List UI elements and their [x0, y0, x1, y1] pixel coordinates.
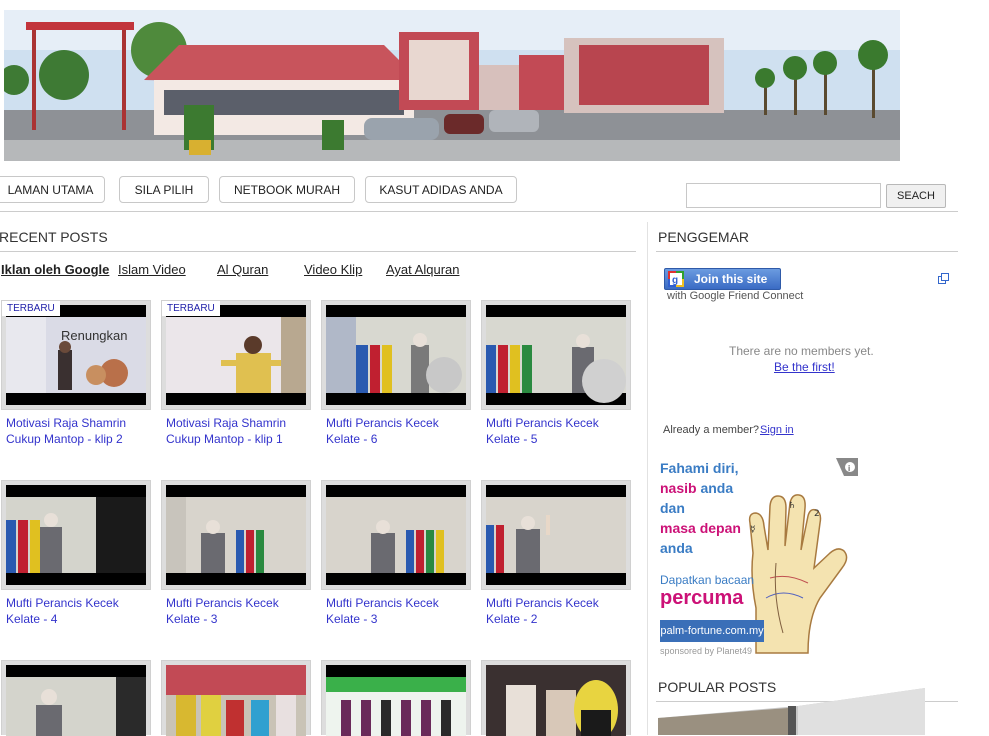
header-banner-image[interactable] [4, 10, 900, 161]
palm-fortune-ad[interactable]: ♄ 2 ☿ i Fahami diri, nasib anda dan masa… [658, 458, 858, 658]
post-caption-link[interactable]: Motivasi Raja Shamrin Cukup Mantop - kli… [6, 415, 156, 447]
post-thumbnail[interactable]: Renungkan TERBARU [1, 300, 151, 410]
search-button[interactable]: SEACH [886, 184, 946, 208]
fans-title: PENGGEMAR [658, 229, 750, 245]
svg-text:♄: ♄ [788, 501, 796, 511]
new-badge: TERBARU [2, 301, 60, 316]
search-input[interactable] [686, 183, 881, 208]
join-site-button[interactable]: g Join this site [664, 268, 781, 290]
nav-sila-pilih[interactable]: SILA PILIH [119, 176, 209, 203]
nav-laman-utama[interactable]: LAMAN UTAMA [0, 176, 105, 203]
popout-icon[interactable] [938, 269, 949, 284]
post-caption-link[interactable]: Mufti Perancis Kecek Kelate - 3 [166, 595, 316, 627]
post-caption-link[interactable]: Mufti Perancis Kecek Kelate - 6 [326, 415, 476, 447]
ad-text-line7: percuma [660, 587, 744, 609]
post-thumbnail[interactable] [1, 480, 151, 590]
sidebar-divider [647, 222, 648, 735]
post-caption-link[interactable]: Mufti Perancis Kecek Kelate - 3 [326, 595, 476, 627]
already-member-text: Already a member? [663, 424, 759, 436]
popular-post-image[interactable] [658, 688, 925, 735]
tab-ayat-alquran[interactable]: Ayat Alquran [386, 262, 459, 277]
ad-text-line5: anda [660, 540, 693, 556]
post-caption-link[interactable]: Mufti Perancis Kecek Kelate - 4 [6, 595, 156, 627]
tab-islam-video[interactable]: Islam Video [118, 262, 186, 277]
svg-text:g: g [672, 275, 678, 286]
post-thumbnail[interactable] [161, 660, 311, 736]
join-site-label: Join this site [694, 272, 768, 286]
ad-text-line2: nasib anda [660, 480, 734, 496]
post-thumbnail[interactable] [481, 660, 631, 736]
google-friend-connect-icon: g [668, 271, 684, 287]
post-thumbnail[interactable]: TERBARU [161, 300, 311, 410]
sign-in-link[interactable]: Sign in [760, 424, 794, 436]
post-thumbnail[interactable] [481, 480, 631, 590]
header-divider [0, 211, 958, 212]
svg-text:2: 2 [814, 509, 820, 519]
post-thumbnail[interactable] [321, 480, 471, 590]
tab-al-quran[interactable]: Al Quran [217, 262, 268, 277]
post-caption-link[interactable]: Mufti Perancis Kecek Kelate - 2 [486, 595, 636, 627]
gfc-caption: with Google Friend Connect [667, 290, 804, 302]
post-thumbnail[interactable] [321, 660, 471, 736]
no-members-text: There are no members yet. [729, 344, 874, 358]
post-caption-link[interactable]: Motivasi Raja Shamrin Cukup Mantop - kli… [166, 415, 316, 447]
nav-kasut-adidas-anda[interactable]: KASUT ADIDAS ANDA [365, 176, 517, 203]
ad-text-line1: Fahami diri, [660, 460, 739, 476]
be-first-link[interactable]: Be the first! [774, 360, 835, 374]
ad-url-button[interactable]: palm-fortune.com.my [660, 620, 764, 642]
ad-text-line6: Dapatkan bacaan [660, 573, 755, 587]
nav-netbook-murah[interactable]: NETBOOK MURAH [219, 176, 355, 203]
recent-posts-underline [0, 251, 636, 252]
post-caption-link[interactable]: Mufti Perancis Kecek Kelate - 5 [486, 415, 636, 447]
post-thumbnail[interactable] [1, 660, 151, 736]
new-badge: TERBARU [162, 301, 220, 316]
post-thumbnail[interactable] [161, 480, 311, 590]
svg-text:☿: ☿ [750, 525, 756, 535]
post-thumbnail[interactable] [321, 300, 471, 410]
ad-sponsor-text: sponsored by Planet49 [660, 646, 753, 656]
svg-text:Renungkan: Renungkan [61, 328, 128, 343]
tab-video-klip[interactable]: Video Klip [304, 262, 362, 277]
svg-text:i: i [848, 464, 850, 473]
post-thumbnail[interactable] [481, 300, 631, 410]
recent-posts-title: RECENT POSTS [0, 229, 108, 245]
tab-iklan-oleh-google[interactable]: Iklan oleh Google [1, 262, 109, 277]
fans-underline [656, 251, 958, 252]
ad-text-line4: masa depan [660, 520, 741, 536]
ad-text-line3: dan [660, 500, 685, 516]
